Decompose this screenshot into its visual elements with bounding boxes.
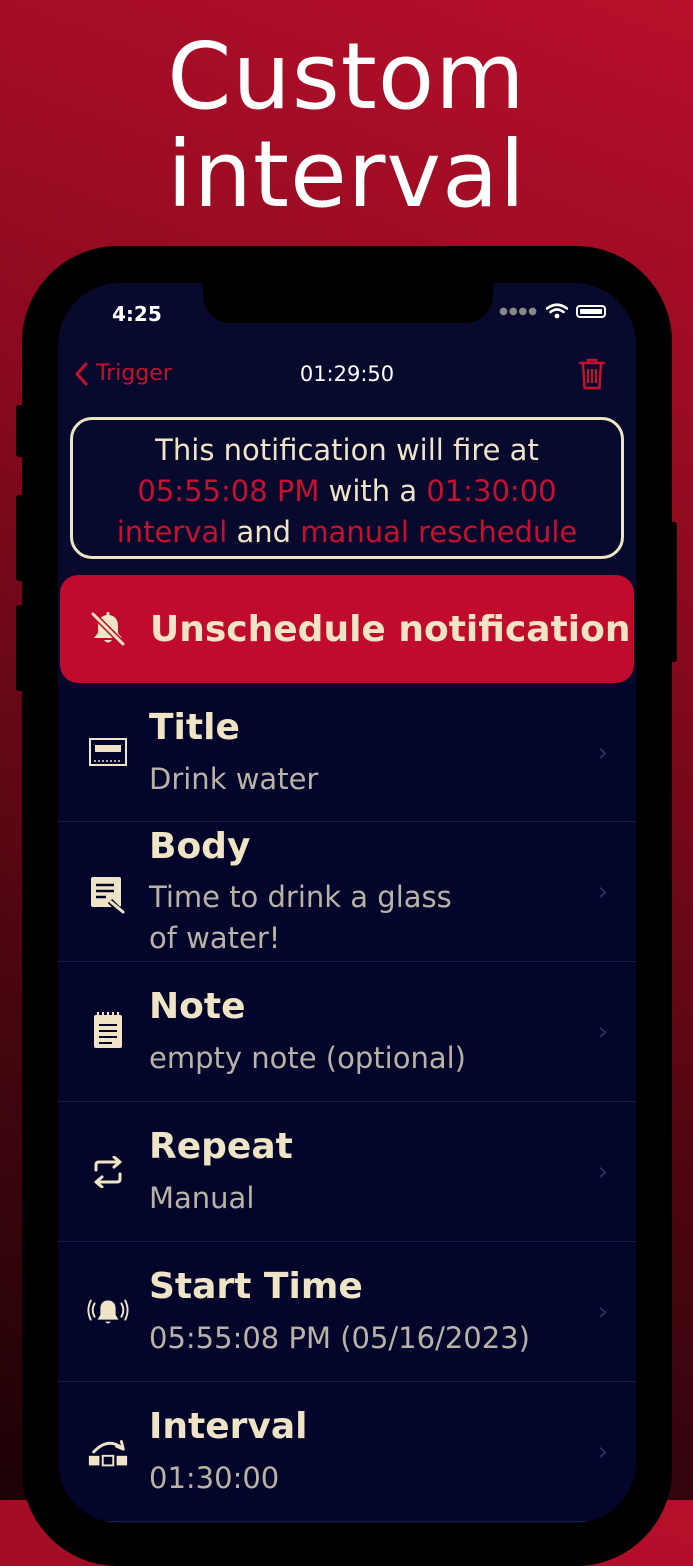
row-body-value-line-1: Time to drink a glass — [149, 880, 452, 914]
row-title-value: Drink water — [149, 762, 319, 796]
volume-down-button — [16, 605, 26, 691]
row-body-value-line-2: of water! — [149, 921, 281, 955]
row-repeat-value: Manual — [149, 1181, 255, 1215]
signal-dots-icon: ●●●● — [499, 305, 538, 317]
interval-icon — [86, 1434, 130, 1470]
row-title-label: Title — [149, 707, 240, 748]
interval-word: interval — [116, 515, 228, 549]
bell-slash-icon — [86, 609, 130, 649]
row-title[interactable]: Title Drink water › — [58, 683, 636, 822]
chevron-right-icon: › — [597, 1297, 608, 1327]
trash-icon — [578, 358, 606, 390]
trash-button[interactable] — [578, 357, 606, 395]
row-start-time[interactable]: Start Time 05:55:08 PM (05/16/2023) › — [58, 1242, 636, 1382]
row-repeat-label: Repeat — [149, 1126, 293, 1167]
status-icons: ●●●● — [499, 303, 606, 319]
reschedule-mode: manual reschedule — [300, 515, 578, 549]
row-start-time-label: Start Time — [149, 1266, 363, 1307]
chevron-right-icon: › — [597, 1157, 608, 1187]
row-start-time-value: 05:55:08 PM (05/16/2023) — [149, 1321, 530, 1355]
repeat-icon — [86, 1156, 130, 1188]
headline-line-2: interval — [167, 121, 526, 228]
headline-line-1: Custom — [167, 23, 526, 130]
power-button — [667, 522, 677, 662]
and-text: and — [236, 515, 292, 549]
chevron-right-icon: › — [597, 738, 608, 768]
summary-line-2: 05:55:08 PM with a 01:30:00 — [73, 471, 621, 512]
mute-switch — [16, 405, 26, 457]
status-time: 4:25 — [112, 302, 162, 326]
row-repeat[interactable]: Repeat Manual › — [58, 1102, 636, 1242]
phone-screen: 4:25 ●●●● Trigger 01:29:50 This notifica… — [58, 283, 636, 1523]
unschedule-button[interactable]: Unschedule notification — [60, 575, 634, 683]
row-note[interactable]: Note empty note (optional) › — [58, 962, 636, 1102]
summary-line-1: This notification will fire at — [155, 433, 539, 467]
chevron-right-icon: › — [597, 1437, 608, 1467]
interval-value: 01:30:00 — [426, 474, 557, 508]
settings-list: Title Drink water › Body Time to drink a… — [58, 683, 636, 1522]
title-field-icon — [86, 736, 130, 768]
row-body-value: Time to drink a glass of water! — [149, 877, 549, 959]
schedule-summary: This notification will fire at 05:55:08 … — [70, 417, 624, 559]
row-interval[interactable]: Interval 01:30:00 › — [58, 1382, 636, 1522]
navigation-bar: Trigger 01:29:50 — [58, 353, 636, 397]
text-edit-icon — [86, 874, 130, 914]
battery-icon — [576, 304, 606, 318]
notch — [203, 283, 493, 323]
fire-time: 05:55:08 PM — [137, 474, 320, 508]
row-note-value: empty note (optional) — [149, 1041, 466, 1075]
row-interval-label: Interval — [149, 1406, 308, 1447]
chevron-right-icon: › — [597, 1017, 608, 1047]
with-a-text: with a — [328, 474, 418, 508]
row-body-label: Body — [149, 826, 251, 867]
row-note-label: Note — [149, 986, 246, 1027]
chevron-right-icon: › — [597, 877, 608, 907]
summary-line-3: interval and manual reschedule — [73, 512, 621, 553]
wifi-icon — [546, 303, 568, 319]
row-body[interactable]: Body Time to drink a glass of water! › — [58, 822, 636, 962]
row-interval-value: 01:30:00 — [149, 1461, 280, 1495]
notepad-icon — [86, 1010, 130, 1050]
countdown-title: 01:29:50 — [299, 362, 395, 386]
ringing-bell-icon — [86, 1294, 130, 1330]
promo-headline: Custom interval — [0, 28, 693, 224]
volume-up-button — [16, 495, 26, 581]
unschedule-label: Unschedule notification — [150, 608, 631, 650]
